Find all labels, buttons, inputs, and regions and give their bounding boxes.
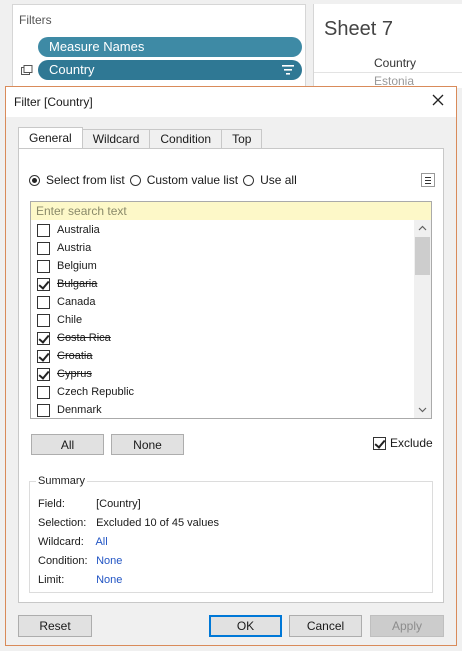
dialog-tabs: General Wildcard Condition Top (18, 127, 263, 149)
filter-sort-icon (282, 65, 294, 75)
list-item-label: Austria (57, 242, 92, 254)
select-none-button[interactable]: None (111, 434, 184, 455)
list-item[interactable]: Canada (37, 293, 96, 311)
summary-value: [Country] (96, 498, 141, 510)
list-item[interactable]: Costa Rica (37, 329, 111, 347)
country-pill-label: Country (49, 62, 95, 77)
filter-dialog: Filter [Country] General Wildcard Condit… (5, 86, 457, 646)
apply-button[interactable]: Apply (370, 615, 444, 637)
list-item[interactable]: Chile (37, 311, 82, 329)
ok-button[interactable]: OK (209, 615, 282, 637)
chevron-down-icon[interactable] (414, 401, 431, 418)
checkbox-checked[interactable] (37, 349, 50, 363)
list-item-label: Belgium (57, 260, 97, 272)
checkbox-checked[interactable] (373, 436, 386, 450)
list-item[interactable]: Denmark (37, 401, 102, 418)
sheet-view: Sheet 7 Country Estonia (313, 4, 462, 88)
tab-condition[interactable]: Condition (149, 129, 223, 148)
list-item-label: Czech Republic (57, 386, 135, 398)
sheet-title: Sheet 7 (324, 18, 393, 40)
chevron-up-icon[interactable] (414, 220, 431, 237)
filters-shelf: Filters Measure Names Country (12, 4, 306, 90)
radio-icon (243, 174, 255, 186)
summary-limit-link[interactable]: None (96, 574, 122, 586)
checkbox[interactable] (37, 223, 50, 237)
exclude-label: Exclude (390, 436, 433, 450)
list-menu-icon[interactable] (421, 173, 435, 187)
list-item[interactable]: Czech Republic (37, 383, 134, 401)
measure-names-pill-label: Measure Names (49, 39, 145, 54)
summary-selection-row: Selection: Excluded 10 of 45 values (38, 517, 219, 529)
tab-top[interactable]: Top (221, 129, 263, 148)
scroll-thumb[interactable] (415, 237, 430, 275)
reset-button[interactable]: Reset (18, 615, 92, 637)
checkbox[interactable] (37, 385, 50, 399)
list-item-label: Costa Rica (57, 332, 111, 344)
summary-label: Selection: (38, 517, 87, 529)
column-header: Country (374, 56, 417, 70)
radio-icon (129, 174, 141, 186)
summary-wildcard-row: Wildcard: All (38, 536, 108, 548)
summary-condition-link[interactable]: None (96, 555, 122, 567)
list-item-label: Chile (57, 314, 83, 326)
summary-label: Limit: (38, 574, 65, 586)
use-all-label: Use all (260, 173, 297, 187)
select-all-button[interactable]: All (31, 434, 104, 455)
checkbox[interactable] (37, 259, 50, 273)
checkbox-checked[interactable] (37, 277, 50, 291)
measure-names-pill[interactable]: Measure Names (38, 37, 302, 57)
list-item[interactable]: Cyprus (37, 365, 92, 383)
list-item-label: Denmark (57, 404, 102, 416)
list-item-label: Bulgaria (57, 278, 98, 290)
selection-mode-group: Select from list Custom value list Use a… (29, 173, 302, 187)
summary-condition-row: Condition: None (38, 555, 122, 567)
cancel-button[interactable]: Cancel (289, 615, 362, 637)
list-scrollbar[interactable] (414, 220, 431, 418)
tab-general[interactable]: General (18, 127, 83, 148)
list-item[interactable]: Croatia (37, 347, 92, 365)
summary-limit-row: Limit: None (38, 574, 122, 586)
summary-value: Excluded 10 of 45 values (96, 517, 219, 529)
list-item[interactable]: Australia (37, 221, 100, 239)
radio-selected-icon (29, 174, 40, 186)
close-icon[interactable] (430, 92, 446, 108)
summary-title: Summary (36, 475, 88, 487)
list-item[interactable]: Austria (37, 239, 91, 257)
exclude-checkbox[interactable]: Exclude (373, 436, 433, 450)
general-tab-panel: Select from list Custom value list Use a… (18, 148, 444, 603)
custom-value-list-radio[interactable]: Custom value list (129, 173, 239, 187)
summary-label: Field: (38, 498, 65, 510)
select-from-list-label: Select from list (46, 173, 125, 187)
summary-field-row: Field: [Country] (38, 498, 141, 510)
select-from-list-radio[interactable]: Select from list (29, 173, 125, 187)
use-all-radio[interactable]: Use all (243, 173, 297, 187)
summary-group: Summary Field: [Country] Selection: Excl… (29, 475, 433, 593)
country-pill[interactable]: Country (38, 60, 302, 80)
list-item[interactable]: Bulgaria (37, 275, 97, 293)
checkbox-checked[interactable] (37, 331, 50, 345)
filters-title: Filters (19, 13, 52, 27)
custom-value-list-label: Custom value list (146, 173, 239, 187)
summary-label: Wildcard: (38, 536, 84, 548)
filter-shelf-icon (21, 65, 33, 75)
list-item[interactable]: Belgium (37, 257, 97, 275)
search-input[interactable] (30, 201, 432, 221)
tab-wildcard[interactable]: Wildcard (81, 129, 151, 148)
checkbox[interactable] (37, 295, 50, 309)
header-divider (314, 72, 462, 73)
list-item-label: Croatia (57, 350, 93, 362)
checkbox[interactable] (37, 403, 50, 417)
summary-wildcard-link[interactable]: All (95, 536, 107, 548)
dialog-title: Filter [Country] (14, 95, 93, 109)
list-item-label: Australia (57, 224, 100, 236)
list-item-label: Canada (57, 296, 96, 308)
value-list[interactable]: Australia Austria Belgium Bulgaria Canad… (30, 220, 432, 419)
dialog-titlebar[interactable]: Filter [Country] (6, 87, 456, 117)
checkbox-checked[interactable] (37, 367, 50, 381)
summary-label: Condition: (38, 555, 88, 567)
list-item-label: Cyprus (57, 368, 92, 380)
checkbox[interactable] (37, 241, 50, 255)
checkbox[interactable] (37, 313, 50, 327)
